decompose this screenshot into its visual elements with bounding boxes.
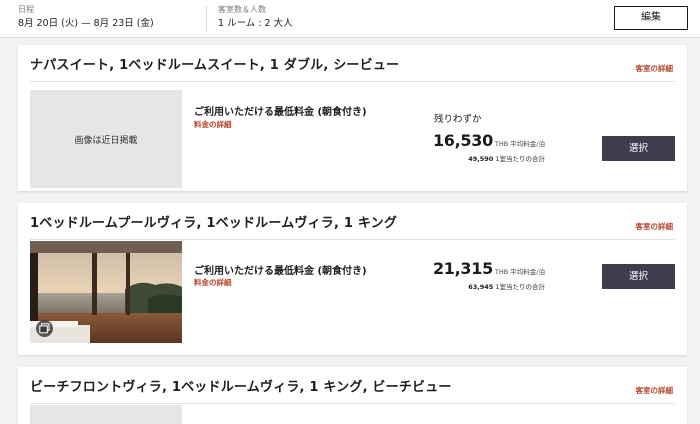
room-image-placeholder: 画像は近日掲載	[30, 90, 182, 188]
room-title: ビーチフロントヴィラ, 1ベッドルームヴィラ, 1 キング, ビーチビュー	[30, 380, 452, 395]
select-button[interactable]: 選択	[602, 136, 675, 161]
edit-button[interactable]: 編集	[614, 6, 688, 30]
gallery-icon[interactable]	[36, 320, 53, 337]
room-image-placeholder	[30, 405, 182, 424]
total-label: 1室当たりの合計	[495, 155, 545, 163]
nightly-price: 21,315 THB 平均料金/泊	[433, 259, 545, 278]
search-summary-header: 日程 8月 20日 (火) — 8月 23日 (金) 客室数＆人数 1 ルーム …	[0, 0, 700, 38]
room-details-link[interactable]: 客室の詳細	[636, 385, 674, 396]
dates-summary: 日程 8月 20日 (火) — 8月 23日 (金)	[18, 5, 154, 30]
total-value: 49,590	[468, 155, 494, 163]
price-value: 21,315	[432, 259, 493, 278]
rate-title: ご利用いただける最低料金 (朝食付き)	[194, 266, 367, 277]
room-title: 1ベッドルームプールヴィラ, 1ベッドルームヴィラ, 1 キング	[30, 216, 398, 231]
card-divider	[30, 403, 675, 404]
room-card: ビーチフロントヴィラ, 1ベッドルームヴィラ, 1 キング, ビーチビュー 客室…	[18, 367, 687, 424]
room-title: ナパスイート, 1ベッドルームスイート, 1 ダブル, シービュー	[30, 58, 400, 73]
total-price: 49,590 1室当たりの合計	[468, 153, 545, 163]
price-value: 16,530	[432, 131, 493, 150]
total-price: 63,945 1室当たりの合計	[468, 281, 545, 291]
dates-value: 8月 20日 (火) — 8月 23日 (金)	[18, 18, 154, 29]
price-unit: THB 平均料金/泊	[494, 140, 545, 148]
rate-details-link[interactable]: 料金の詳細	[194, 277, 232, 288]
room-details-link[interactable]: 客室の詳細	[636, 63, 674, 74]
card-divider	[30, 81, 675, 82]
nightly-price: 16,530 THB 平均料金/泊	[433, 131, 545, 150]
header-divider	[206, 6, 207, 32]
price-unit: THB 平均料金/泊	[494, 268, 545, 276]
select-button[interactable]: 選択	[602, 264, 675, 289]
dates-label: 日程	[18, 5, 34, 14]
rooms-guests-label: 客室数＆人数	[218, 5, 266, 14]
room-details-link[interactable]: 客室の詳細	[636, 221, 674, 232]
rooms-guests-value: 1 ルーム : 2 大人	[218, 18, 293, 29]
rate-details-link[interactable]: 料金の詳細	[194, 119, 232, 130]
room-card: ナパスイート, 1ベッドルームスイート, 1 ダブル, シービュー 客室の詳細 …	[18, 45, 687, 191]
image-coming-soon-text: 画像は近日掲載	[74, 136, 138, 146]
total-label: 1室当たりの合計	[495, 283, 545, 291]
total-value: 63,945	[468, 283, 494, 291]
card-divider	[30, 239, 675, 240]
availability-badge: 残りわずか	[434, 114, 482, 125]
rate-title: ご利用いただける最低料金 (朝食付き)	[194, 107, 367, 118]
rooms-guests-summary: 客室数＆人数 1 ルーム : 2 大人	[218, 5, 293, 30]
room-photo[interactable]	[30, 241, 182, 343]
room-card: 1ベッドルームプールヴィラ, 1ベッドルームヴィラ, 1 キング 客室の詳細 ご…	[18, 203, 687, 355]
